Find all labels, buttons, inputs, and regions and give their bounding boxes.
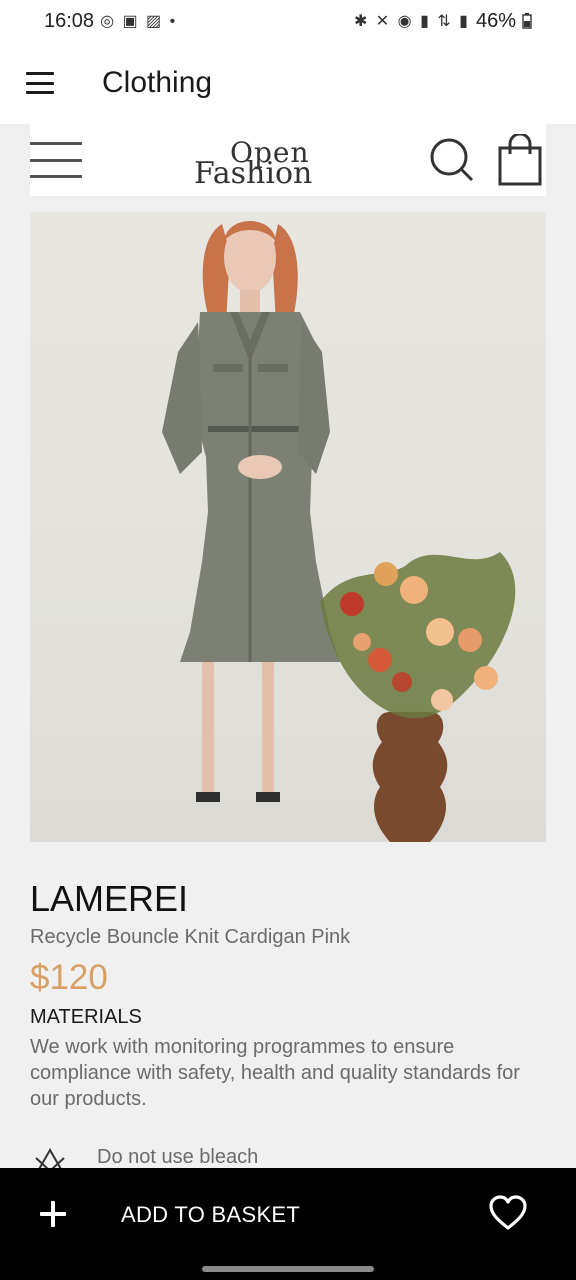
no-bleach-icon xyxy=(35,1147,65,1168)
battery-percent: 46% xyxy=(475,9,516,32)
store-logo[interactable]: Open Fashion xyxy=(190,132,370,191)
notification-icons: ◎ ▣ ▨ • xyxy=(100,13,178,30)
shopping-bag-icon[interactable] xyxy=(498,134,542,186)
product-image[interactable] xyxy=(30,212,546,842)
plus-icon[interactable] xyxy=(38,1199,68,1229)
system-icons: ✱ ✕ ◉ ▮ ⇅ ▮ xyxy=(353,13,470,30)
product-name: Recycle Bouncle Knit Cardigan Pink xyxy=(30,926,351,948)
store-header-icons xyxy=(428,134,542,186)
product-brand: LAMEREI xyxy=(30,878,189,919)
home-indicator[interactable] xyxy=(202,1266,374,1272)
status-bar: 16:08 ◎ ▣ ▨ • ✱ ✕ ◉ ▮ ⇅ ▮ 46% xyxy=(0,0,576,42)
bottom-action-bar: ADD TO BASKET xyxy=(0,1168,576,1280)
heart-icon[interactable] xyxy=(488,1194,528,1232)
care-label: Do not use bleach xyxy=(97,1146,259,1168)
status-left: 16:08 ◎ ▣ ▨ • xyxy=(44,10,177,33)
materials-description: We work with monitoring programmes to en… xyxy=(30,1036,520,1110)
materials-heading: MATERIALS xyxy=(30,1006,142,1028)
store-header: Open Fashion xyxy=(30,124,546,196)
search-icon[interactable] xyxy=(428,136,476,184)
store-menu-icon[interactable] xyxy=(30,142,82,178)
product-price: $120 xyxy=(30,958,108,997)
product-photo-illustration xyxy=(162,221,516,842)
care-item: Do not use bleach xyxy=(30,1142,550,1168)
status-right: ✱ ✕ ◉ ▮ ⇅ ▮ 46% xyxy=(354,10,532,33)
battery-icon xyxy=(522,13,532,29)
app-title: Clothing xyxy=(102,66,213,99)
add-to-basket-button[interactable]: ADD TO BASKET xyxy=(121,1202,300,1228)
hamburger-menu-icon[interactable] xyxy=(26,72,54,94)
logo-line-2: Fashion xyxy=(194,156,313,191)
status-time: 16:08 xyxy=(44,9,95,32)
app-bar: Clothing xyxy=(0,42,576,124)
